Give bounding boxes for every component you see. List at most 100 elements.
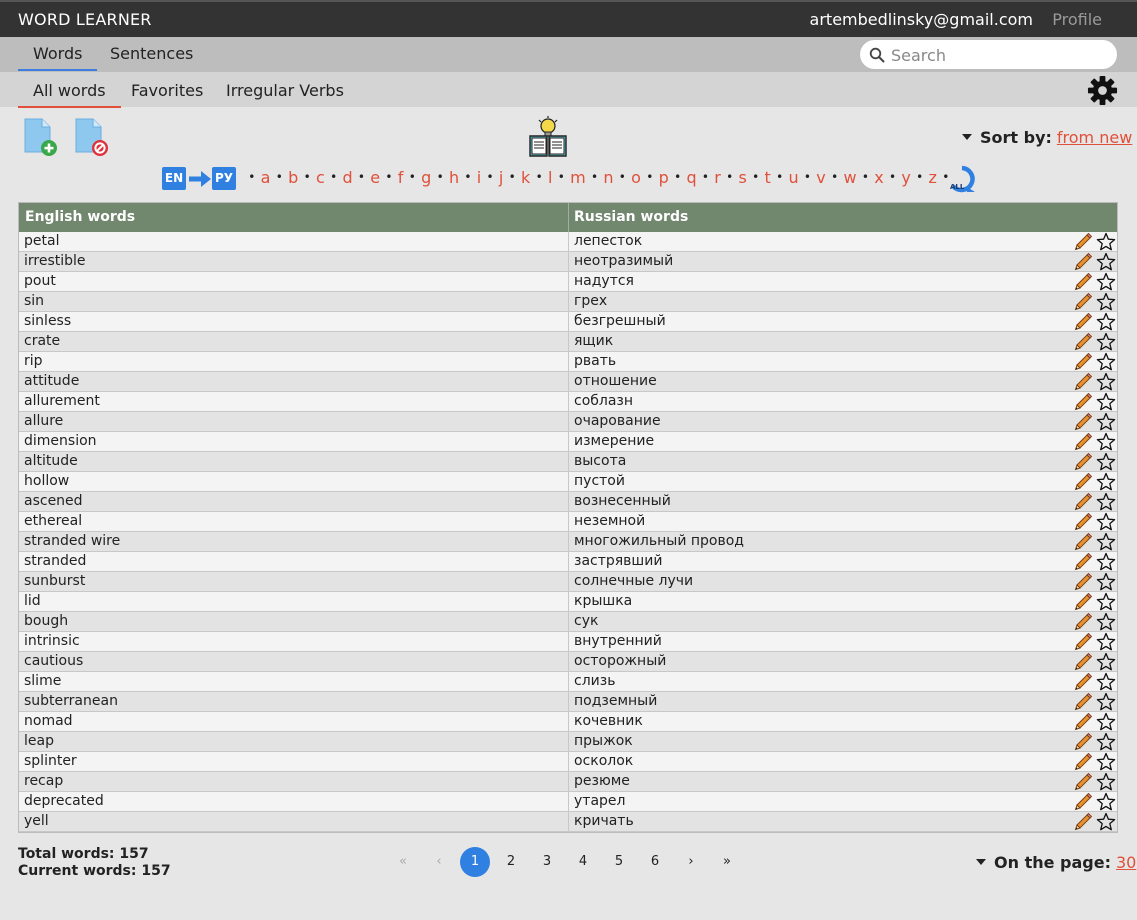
star-icon[interactable] bbox=[1096, 292, 1116, 312]
letter-y[interactable]: y bbox=[901, 168, 910, 187]
star-icon[interactable] bbox=[1096, 712, 1116, 732]
pencil-icon[interactable] bbox=[1073, 312, 1093, 332]
letter-x[interactable]: x bbox=[874, 168, 883, 187]
gear-icon[interactable] bbox=[1087, 75, 1118, 106]
star-icon[interactable] bbox=[1096, 472, 1116, 492]
star-icon[interactable] bbox=[1096, 352, 1116, 372]
pencil-icon[interactable] bbox=[1073, 252, 1093, 272]
star-icon[interactable] bbox=[1096, 592, 1116, 612]
first-page-button[interactable]: « bbox=[388, 847, 418, 877]
pencil-icon[interactable] bbox=[1073, 732, 1093, 752]
letter-t[interactable]: t bbox=[765, 168, 771, 187]
letter-c[interactable]: c bbox=[316, 168, 325, 187]
letter-w[interactable]: w bbox=[843, 168, 856, 187]
pencil-icon[interactable] bbox=[1073, 232, 1093, 252]
tab-all-words[interactable]: All words bbox=[18, 81, 121, 108]
letter-z[interactable]: z bbox=[928, 168, 936, 187]
star-icon[interactable] bbox=[1096, 432, 1116, 452]
caret-down-icon[interactable] bbox=[962, 134, 972, 140]
tab-words[interactable]: Words bbox=[17, 44, 99, 71]
pencil-icon[interactable] bbox=[1073, 672, 1093, 692]
tab-favorites[interactable]: Favorites bbox=[131, 81, 203, 100]
letter-q[interactable]: q bbox=[686, 168, 696, 187]
pencil-icon[interactable] bbox=[1073, 432, 1093, 452]
last-page-button[interactable]: » bbox=[712, 847, 742, 877]
star-icon[interactable] bbox=[1096, 572, 1116, 592]
pencil-icon[interactable] bbox=[1073, 332, 1093, 352]
star-icon[interactable] bbox=[1096, 632, 1116, 652]
pencil-icon[interactable] bbox=[1073, 692, 1093, 712]
pencil-icon[interactable] bbox=[1073, 472, 1093, 492]
letter-m[interactable]: m bbox=[570, 168, 586, 187]
letter-a[interactable]: a bbox=[261, 168, 271, 187]
pencil-icon[interactable] bbox=[1073, 392, 1093, 412]
star-icon[interactable] bbox=[1096, 552, 1116, 572]
star-icon[interactable] bbox=[1096, 392, 1116, 412]
pencil-icon[interactable] bbox=[1073, 772, 1093, 792]
prev-page-button[interactable]: ‹ bbox=[424, 847, 454, 877]
letter-n[interactable]: n bbox=[603, 168, 613, 187]
file-remove-icon[interactable] bbox=[73, 118, 109, 158]
pencil-icon[interactable] bbox=[1073, 792, 1093, 812]
letter-v[interactable]: v bbox=[816, 168, 825, 187]
star-icon[interactable] bbox=[1096, 272, 1116, 292]
letter-b[interactable]: b bbox=[288, 168, 298, 187]
star-icon[interactable] bbox=[1096, 612, 1116, 632]
star-icon[interactable] bbox=[1096, 492, 1116, 512]
search-input[interactable] bbox=[891, 44, 1106, 66]
star-icon[interactable] bbox=[1096, 512, 1116, 532]
letter-r[interactable]: r bbox=[714, 168, 721, 187]
pencil-icon[interactable] bbox=[1073, 612, 1093, 632]
page-button[interactable]: 3 bbox=[532, 847, 562, 877]
profile-link[interactable]: Profile bbox=[1052, 10, 1102, 29]
page-button[interactable]: 6 bbox=[640, 847, 670, 877]
letter-f[interactable]: f bbox=[398, 168, 404, 187]
star-icon[interactable] bbox=[1096, 692, 1116, 712]
letter-u[interactable]: u bbox=[788, 168, 798, 187]
star-icon[interactable] bbox=[1096, 732, 1116, 752]
pencil-icon[interactable] bbox=[1073, 372, 1093, 392]
book-lightbulb-icon[interactable] bbox=[527, 116, 569, 158]
letter-h[interactable]: h bbox=[449, 168, 459, 187]
pencil-icon[interactable] bbox=[1073, 412, 1093, 432]
letter-e[interactable]: e bbox=[370, 168, 380, 187]
star-icon[interactable] bbox=[1096, 372, 1116, 392]
pencil-icon[interactable] bbox=[1073, 632, 1093, 652]
letter-l[interactable]: l bbox=[548, 168, 552, 187]
star-icon[interactable] bbox=[1096, 312, 1116, 332]
star-icon[interactable] bbox=[1096, 412, 1116, 432]
sort-value[interactable]: from new bbox=[1057, 128, 1132, 147]
pencil-icon[interactable] bbox=[1073, 512, 1093, 532]
letter-p[interactable]: p bbox=[659, 168, 669, 187]
pencil-icon[interactable] bbox=[1073, 272, 1093, 292]
tab-irregular-verbs[interactable]: Irregular Verbs bbox=[226, 81, 344, 100]
page-button[interactable]: 5 bbox=[604, 847, 634, 877]
letter-k[interactable]: k bbox=[521, 168, 530, 187]
star-icon[interactable] bbox=[1096, 652, 1116, 672]
language-to-badge[interactable]: РУ bbox=[212, 167, 236, 190]
pencil-icon[interactable] bbox=[1073, 452, 1093, 472]
star-icon[interactable] bbox=[1096, 332, 1116, 352]
page-button[interactable]: 4 bbox=[568, 847, 598, 877]
per-page-value[interactable]: 30 bbox=[1116, 853, 1136, 872]
pencil-icon[interactable] bbox=[1073, 712, 1093, 732]
caret-down-icon[interactable] bbox=[976, 859, 986, 865]
next-page-button[interactable]: › bbox=[676, 847, 706, 877]
star-icon[interactable] bbox=[1096, 232, 1116, 252]
star-icon[interactable] bbox=[1096, 772, 1116, 792]
letter-g[interactable]: g bbox=[421, 168, 431, 187]
pencil-icon[interactable] bbox=[1073, 492, 1093, 512]
pencil-icon[interactable] bbox=[1073, 572, 1093, 592]
letter-o[interactable]: o bbox=[631, 168, 641, 187]
star-icon[interactable] bbox=[1096, 532, 1116, 552]
star-icon[interactable] bbox=[1096, 812, 1116, 832]
star-icon[interactable] bbox=[1096, 672, 1116, 692]
pencil-icon[interactable] bbox=[1073, 752, 1093, 772]
star-icon[interactable] bbox=[1096, 252, 1116, 272]
star-icon[interactable] bbox=[1096, 452, 1116, 472]
pencil-icon[interactable] bbox=[1073, 652, 1093, 672]
letter-j[interactable]: j bbox=[499, 168, 503, 187]
page-button[interactable]: 1 bbox=[460, 847, 490, 877]
file-add-icon[interactable] bbox=[22, 118, 58, 158]
pencil-icon[interactable] bbox=[1073, 532, 1093, 552]
